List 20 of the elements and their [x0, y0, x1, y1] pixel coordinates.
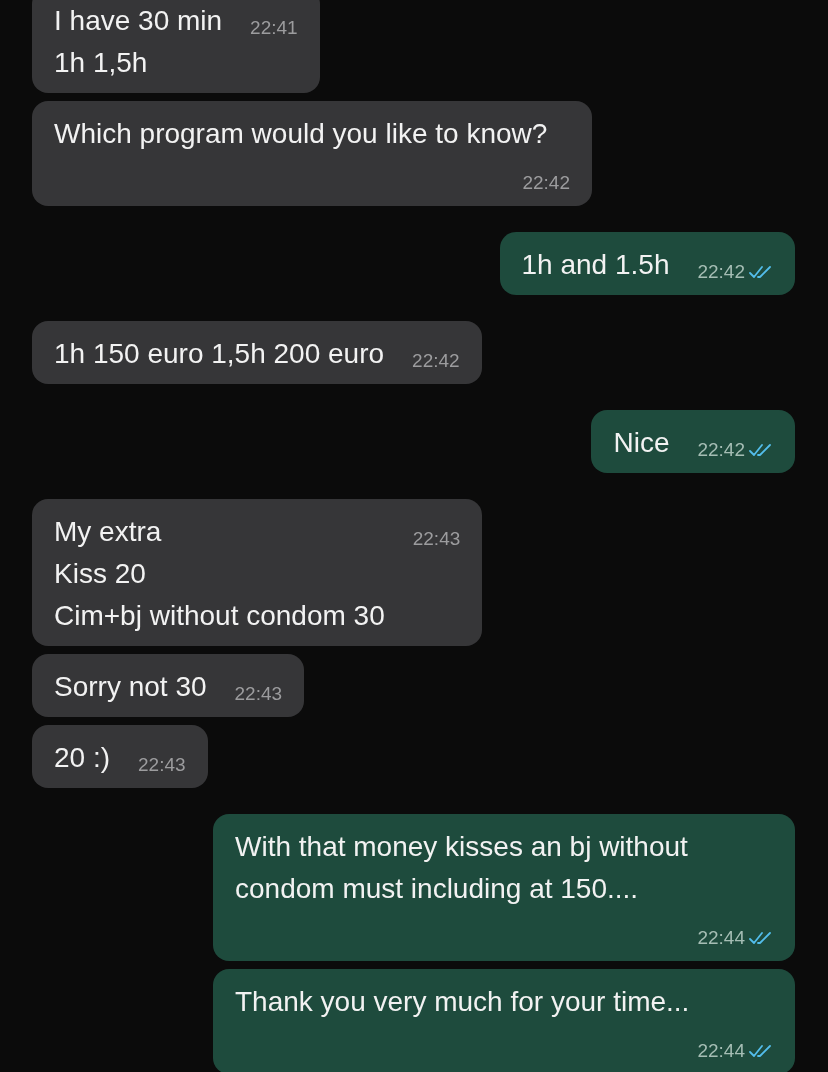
- message-time: 22:44: [697, 926, 745, 950]
- message-text: 1h and 1.5h: [521, 248, 670, 282]
- message-text: Sorry not 30: [54, 670, 207, 704]
- message-time: 22:42: [697, 438, 745, 462]
- message-time: 22:41: [250, 16, 298, 40]
- message-text: My extra Kiss 20 Cim+bj without condom 30: [54, 515, 385, 633]
- message-time: 22:42: [522, 171, 570, 195]
- message-text: 1h 150 euro 1,5h 200 euro: [54, 337, 385, 371]
- message-text: Thank you very much for your time...: [235, 985, 690, 1019]
- message-text: Which program would you like to know?: [54, 117, 548, 151]
- message-time: 22:43: [412, 527, 461, 551]
- message-time: 22:42: [697, 260, 745, 284]
- message-text: 20 :): [54, 741, 111, 775]
- message-time: 22:43: [234, 682, 283, 706]
- message-text: I have 30 min 1h 1,5h: [54, 4, 223, 80]
- message-time: 22:44: [697, 1039, 745, 1063]
- message-time: 22:42: [412, 349, 460, 373]
- message-time: 22:43: [138, 753, 186, 777]
- message-text: Nice: [613, 426, 670, 460]
- message-text: With that money kisses an bj without condom must including at 150....: [235, 830, 688, 906]
